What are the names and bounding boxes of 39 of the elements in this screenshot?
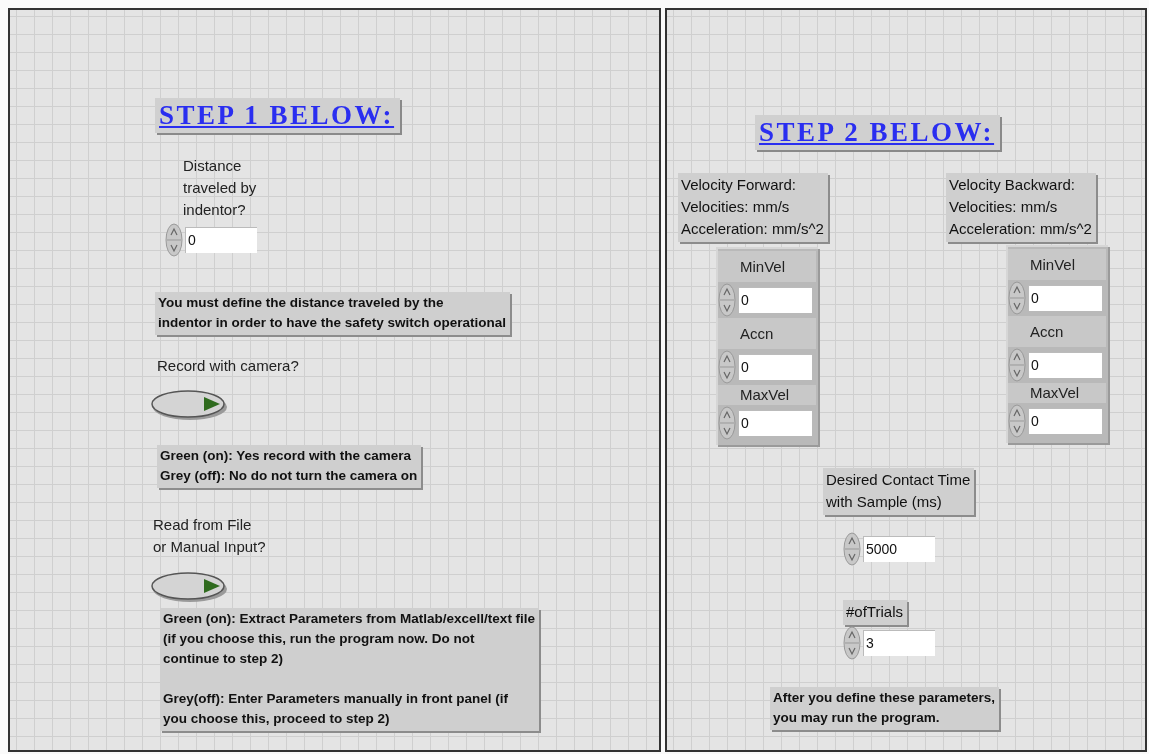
- step-heading: STEP 1 BELOW:: [155, 98, 401, 133]
- field-label: Record with camera?: [157, 356, 299, 376]
- numeric-field[interactable]: 3: [863, 630, 935, 656]
- spin-buttons[interactable]: [1008, 281, 1026, 315]
- numeric-field[interactable]: 0: [1028, 285, 1102, 311]
- step-heading: STEP 2 BELOW:: [755, 115, 1001, 150]
- info-note: Velocity Forward: Velocities: mm/s Acceleration: mm/s^2: [678, 173, 828, 242]
- field-label: MinVel: [1008, 249, 1106, 280]
- field-label: MinVel: [718, 251, 816, 282]
- info-note: Desired Contact Time with Sample (ms): [823, 468, 975, 515]
- field-label: Read from File or Manual Input?: [153, 515, 266, 557]
- field-label: Accn: [718, 318, 816, 349]
- spin-buttons[interactable]: [1008, 404, 1026, 438]
- field-label: MaxVel: [718, 385, 816, 405]
- spin-buttons[interactable]: [718, 350, 736, 384]
- info-note: You must define the distance traveled by the indentor in order to have the safety switch operational: [155, 292, 511, 335]
- info-note: Green (on): Extract Parameters from Matlab/excell/text file (if you choose this, run the program now. Do not continue to step 2) Grey(off): Enter Parameters manually in front panel (if you choose this, proceed to step 2): [160, 608, 540, 731]
- field-label: Distance traveled by indentor?: [183, 156, 257, 220]
- numeric-field[interactable]: 0: [738, 410, 812, 436]
- numeric-field[interactable]: 0: [1028, 352, 1102, 378]
- field-label: #ofTrials: [843, 600, 907, 625]
- info-note: After you define these parameters, you may run the program.: [770, 687, 1000, 730]
- numeric-field[interactable]: 0: [185, 227, 257, 253]
- info-note: Velocity Backward: Velocities: mm/s Acceleration: mm/s^2: [946, 173, 1096, 242]
- numeric-field[interactable]: 0: [1028, 408, 1102, 434]
- spin-buttons[interactable]: [718, 283, 736, 317]
- spin-buttons[interactable]: [718, 406, 736, 440]
- spin-buttons[interactable]: [843, 532, 861, 566]
- spin-buttons[interactable]: [1008, 348, 1026, 382]
- field-label: Accn: [1008, 316, 1106, 347]
- numeric-field[interactable]: 0: [738, 287, 812, 313]
- spin-buttons[interactable]: [165, 223, 183, 257]
- field-label: MaxVel: [1008, 383, 1106, 403]
- spin-buttons[interactable]: [843, 626, 861, 660]
- numeric-field[interactable]: 0: [738, 354, 812, 380]
- info-note: Green (on): Yes record with the camera Grey (off): No do not turn the camera on: [157, 445, 422, 488]
- numeric-field[interactable]: 5000: [863, 536, 935, 562]
- toggle-switch[interactable]: [150, 570, 230, 604]
- toggle-switch[interactable]: [150, 388, 230, 422]
